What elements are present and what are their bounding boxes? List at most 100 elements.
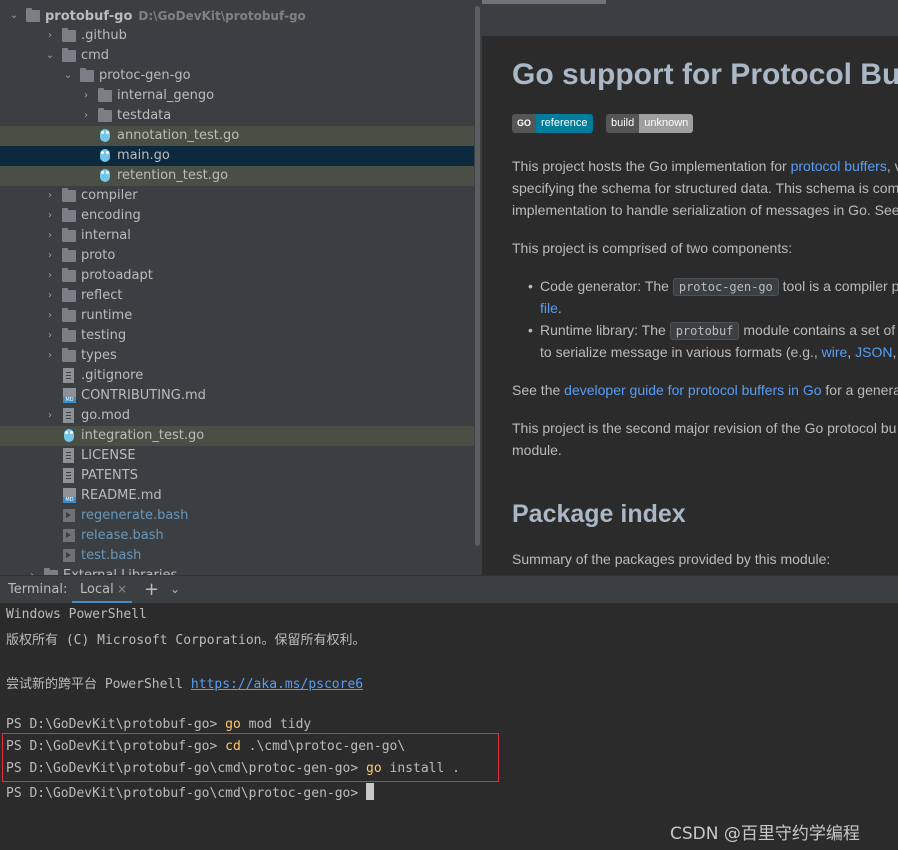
bullet-dot: • bbox=[528, 278, 533, 294]
chevron-right-icon[interactable]: › bbox=[44, 266, 56, 286]
tree-item-label: testdata bbox=[117, 108, 172, 123]
tree-item-label: External Libraries bbox=[63, 566, 177, 575]
tree-item[interactable]: › encoding bbox=[0, 206, 474, 226]
build-badge-left: build bbox=[606, 114, 640, 133]
intro-line-3: implementation to handle serialization o… bbox=[512, 202, 898, 218]
inline-code: protoc-gen-go bbox=[672, 278, 779, 296]
chevron-down-icon[interactable]: ⌄ bbox=[8, 6, 20, 26]
chevron-right-icon[interactable]: › bbox=[44, 326, 56, 346]
tree-item[interactable]: › reflect bbox=[0, 286, 474, 306]
tree-item[interactable]: retention_test.go bbox=[0, 166, 474, 186]
chevron-right-icon[interactable]: › bbox=[44, 186, 56, 206]
terminal-command-line: PS D:\GoDevKit\protobuf-go> go mod tidy bbox=[6, 717, 311, 732]
terminal-output[interactable]: Windows PowerShell 版权所有 (C) Microsoft Co… bbox=[0, 603, 898, 850]
tree-item[interactable]: test.bash bbox=[0, 546, 474, 566]
tree-item[interactable]: release.bash bbox=[0, 526, 474, 546]
wire-link[interactable]: wire bbox=[822, 344, 848, 360]
guide-text-tail: for a genera bbox=[821, 382, 898, 398]
protocol-buffers-link[interactable]: protocol buffers bbox=[791, 158, 887, 174]
tree-item[interactable]: PATENTS bbox=[0, 466, 474, 486]
root-name: protobuf-go bbox=[45, 9, 133, 24]
file-link[interactable]: file bbox=[540, 300, 558, 316]
chevron-right-icon[interactable]: › bbox=[44, 306, 56, 326]
tree-item[interactable]: .gitignore bbox=[0, 366, 474, 386]
tree-item[interactable]: › compiler bbox=[0, 186, 474, 206]
go-file-icon bbox=[99, 128, 111, 144]
tree-item[interactable]: › runtime bbox=[0, 306, 474, 326]
tree-item[interactable]: › proto bbox=[0, 246, 474, 266]
tree-item[interactable]: › External Libraries bbox=[0, 566, 474, 575]
add-terminal-button[interactable]: + bbox=[144, 579, 159, 600]
terminal-header: Terminal: Local × + ⌄ bbox=[0, 575, 898, 604]
terminal-input-line[interactable]: PS D:\GoDevKit\protobuf-go\cmd\protoc-ge… bbox=[6, 783, 375, 801]
tree-scrollbar[interactable] bbox=[474, 0, 482, 575]
chevron-right-icon[interactable]: › bbox=[44, 246, 56, 266]
folder-icon bbox=[26, 8, 40, 22]
chevron-right-icon[interactable]: › bbox=[44, 346, 56, 366]
go-file-icon bbox=[63, 428, 75, 444]
revision-line-2: module. bbox=[512, 442, 562, 458]
developer-guide-link[interactable]: developer guide for protocol buffers in … bbox=[564, 382, 821, 398]
terminal-line: Windows PowerShell bbox=[6, 607, 147, 622]
chevron-right-icon[interactable]: › bbox=[26, 566, 38, 575]
chevron-right-icon[interactable]: › bbox=[44, 406, 56, 426]
bullet-code-generator: • Code generator: The protoc-gen-go tool… bbox=[528, 275, 898, 298]
chevron-right-icon[interactable]: › bbox=[44, 26, 56, 46]
folder-icon bbox=[62, 228, 76, 242]
chevron-down-icon[interactable]: ⌄ bbox=[170, 582, 180, 596]
tree-item-label: cmd bbox=[81, 48, 110, 63]
shell-script-icon bbox=[63, 549, 75, 562]
tree-item[interactable]: › go.mod bbox=[0, 406, 474, 426]
chevron-down-icon[interactable]: ⌄ bbox=[62, 66, 74, 86]
tree-item[interactable]: MD README.md bbox=[0, 486, 474, 506]
tree-item[interactable]: LICENSE bbox=[0, 446, 474, 466]
tree-item-label: compiler bbox=[81, 188, 138, 203]
chevron-right-icon[interactable]: › bbox=[44, 286, 56, 306]
preview-toolbar bbox=[482, 0, 898, 36]
tree-item[interactable]: › .github bbox=[0, 26, 474, 46]
tree-item[interactable]: MD CONTRIBUTING.md bbox=[0, 386, 474, 406]
pscore-link[interactable]: https://aka.ms/pscore6 bbox=[191, 677, 363, 692]
tree-item[interactable]: regenerate.bash bbox=[0, 506, 474, 526]
tree-item[interactable]: › testing bbox=[0, 326, 474, 346]
tree-item-label: .gitignore bbox=[81, 368, 144, 383]
reference-badge[interactable]: GO reference bbox=[512, 114, 593, 133]
chevron-right-icon[interactable]: › bbox=[80, 106, 92, 126]
folder-icon bbox=[62, 248, 76, 262]
tree-item[interactable]: annotation_test.go bbox=[0, 126, 474, 146]
folder-icon bbox=[62, 28, 76, 42]
chevron-down-icon[interactable]: ⌄ bbox=[44, 46, 56, 66]
package-index-heading: Package index bbox=[512, 500, 686, 528]
tree-item[interactable]: main.go bbox=[0, 146, 474, 166]
tree-item[interactable]: › testdata bbox=[0, 106, 474, 126]
tab-local[interactable]: Local × bbox=[72, 576, 132, 604]
tree-item[interactable]: › internal bbox=[0, 226, 474, 246]
close-icon[interactable]: × bbox=[117, 582, 127, 596]
tree-item[interactable]: › protoadapt bbox=[0, 266, 474, 286]
folder-icon bbox=[80, 68, 94, 82]
bullet-code-generator-line-2: file. bbox=[540, 297, 562, 319]
chevron-right-icon[interactable]: › bbox=[80, 86, 92, 106]
tree-scrollbar-thumb[interactable] bbox=[475, 6, 480, 546]
chevron-right-icon[interactable]: › bbox=[44, 206, 56, 226]
tree-item[interactable]: ⌄ protoc-gen-go bbox=[0, 66, 474, 86]
tree-item[interactable]: › internal_gengo bbox=[0, 86, 474, 106]
tree-item[interactable]: › types bbox=[0, 346, 474, 366]
package-summary: Summary of the packages provided by this… bbox=[512, 551, 831, 567]
terminal-text: 尝试新的跨平台 PowerShell bbox=[6, 677, 191, 692]
folder-icon bbox=[62, 348, 76, 362]
bullet-text: Runtime library: The bbox=[540, 322, 670, 338]
tree-item[interactable]: integration_test.go bbox=[0, 426, 474, 446]
bullet-text-tail: module contains a set of bbox=[739, 322, 896, 338]
tree-item-label: go.mod bbox=[81, 408, 130, 423]
chevron-right-icon[interactable]: › bbox=[44, 226, 56, 246]
build-badge[interactable]: build unknown bbox=[606, 114, 694, 133]
shell-script-icon bbox=[63, 509, 75, 522]
watermark: CSDN @百里守约学编程 bbox=[670, 824, 860, 844]
tree-root[interactable]: ⌄ protobuf-go D:\GoDevKit\protobuf-go bbox=[0, 6, 474, 26]
json-link[interactable]: JSON bbox=[855, 344, 892, 360]
markdown-preview: Go support for Protocol Bu GO reference b… bbox=[482, 0, 898, 575]
bullet-text-end: . bbox=[557, 300, 562, 316]
tree-item[interactable]: ⌄ cmd bbox=[0, 46, 474, 66]
bullet-text: Code generator: The bbox=[540, 278, 673, 294]
